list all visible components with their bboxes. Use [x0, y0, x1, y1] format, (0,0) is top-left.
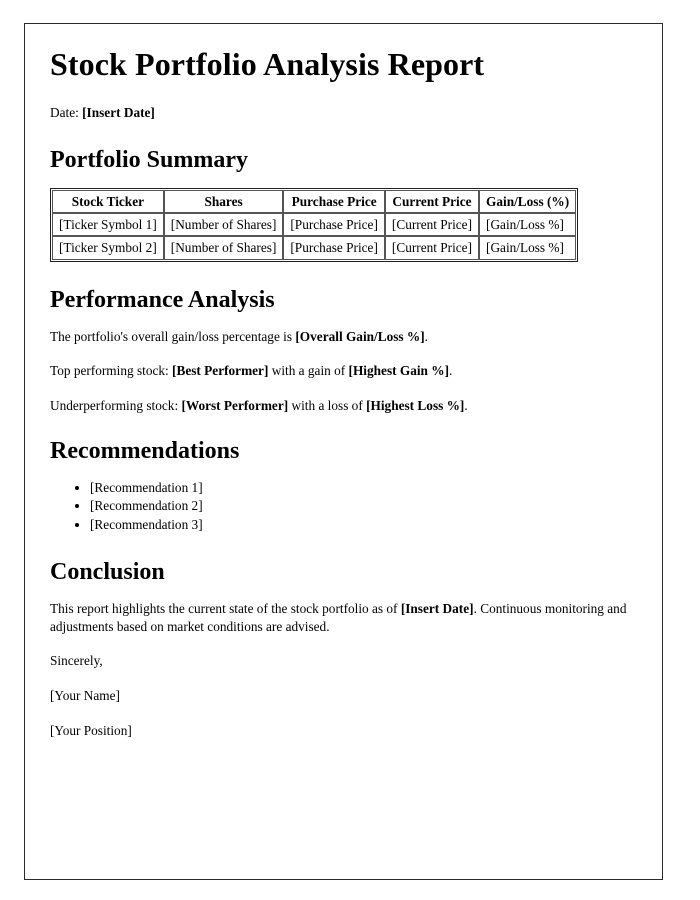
- top-gain-value: [Highest Gain %]: [348, 363, 449, 379]
- cell-stock-ticker: [Ticker Symbol 1]: [52, 213, 164, 237]
- overall-prefix: The portfolio's overall gain/loss percen…: [50, 328, 296, 344]
- column-header-shares: Shares: [163, 190, 284, 214]
- worst-performer-value: [Worst Performer]: [181, 398, 289, 414]
- overall-suffix: .: [424, 328, 428, 344]
- column-header-stock-ticker: Stock Ticker: [52, 190, 164, 214]
- performance-top-line: Top performing stock: [Best Performer] w…: [50, 362, 636, 380]
- table-header-row: Stock Ticker Shares Purchase Price Curre…: [52, 190, 577, 214]
- document-body: Stock Portfolio Analysis Report Date: [I…: [25, 24, 662, 739]
- cell-purchase-price: [Purchase Price]: [283, 213, 385, 237]
- under-prefix: Underperforming stock:: [50, 398, 182, 414]
- list-item: [Recommendation 1]: [90, 479, 636, 497]
- column-header-purchase-price: Purchase Price: [283, 190, 385, 214]
- section-heading-portfolio-summary: Portfolio Summary: [50, 147, 248, 174]
- conclusion-body: This report highlights the current state…: [50, 600, 636, 635]
- overall-value: [Overall Gain/Loss %]: [295, 328, 425, 344]
- cell-current-price: [Current Price]: [384, 236, 480, 260]
- conclusion-prefix: This report highlights the current state…: [50, 601, 401, 617]
- cell-current-price: [Current Price]: [384, 213, 480, 237]
- top-prefix: Top performing stock:: [50, 363, 173, 379]
- cell-gain-loss: [Gain/Loss %]: [479, 213, 577, 237]
- signature-name: [Your Name]: [50, 688, 120, 704]
- date-label: Date:: [50, 105, 79, 121]
- document-page-frame: Stock Portfolio Analysis Report Date: [I…: [24, 23, 663, 880]
- recommendations-list: [Recommendation 1] [Recommendation 2] [R…: [50, 479, 636, 534]
- cell-shares: [Number of Shares]: [163, 213, 284, 237]
- cell-gain-loss: [Gain/Loss %]: [479, 236, 577, 260]
- signature-position: [Your Position]: [50, 722, 132, 738]
- table-body: [Ticker Symbol 1] [Number of Shares] [Pu…: [52, 213, 577, 260]
- cell-purchase-price: [Purchase Price]: [283, 236, 385, 260]
- table-row: [Ticker Symbol 2] [Number of Shares] [Pu…: [52, 236, 577, 260]
- list-item: [Recommendation 3]: [90, 516, 636, 534]
- under-middle: with a loss of: [288, 398, 367, 414]
- top-suffix: .: [449, 363, 453, 379]
- signoff-line: Sincerely,: [50, 653, 103, 669]
- date-value: [Insert Date]: [82, 105, 155, 121]
- section-heading-conclusion: Conclusion: [50, 558, 165, 585]
- under-suffix: .: [464, 398, 468, 414]
- conclusion-date-value: [Insert Date]: [400, 601, 474, 617]
- table-row: [Ticker Symbol 1] [Number of Shares] [Pu…: [52, 213, 577, 237]
- cell-shares: [Number of Shares]: [163, 236, 284, 260]
- column-header-gain-loss: Gain/Loss (%): [479, 190, 577, 214]
- portfolio-summary-table: Stock Ticker Shares Purchase Price Curre…: [50, 188, 579, 262]
- section-heading-recommendations: Recommendations: [50, 437, 240, 464]
- document-date-line: Date: [Insert Date]: [50, 104, 636, 122]
- under-loss-value: [Highest Loss %]: [366, 398, 465, 414]
- column-header-current-price: Current Price: [384, 190, 480, 214]
- page-title: Stock Portfolio Analysis Report: [50, 46, 485, 82]
- performance-overall-line: The portfolio's overall gain/loss percen…: [50, 328, 636, 346]
- table-header: Stock Ticker Shares Purchase Price Curre…: [52, 190, 577, 214]
- list-item: [Recommendation 2]: [90, 497, 636, 515]
- cell-stock-ticker: [Ticker Symbol 2]: [52, 236, 164, 260]
- section-heading-performance-analysis: Performance Analysis: [50, 286, 275, 313]
- top-performer-value: [Best Performer]: [172, 363, 269, 379]
- top-middle: with a gain of: [268, 363, 349, 379]
- performance-under-line: Underperforming stock: [Worst Performer]…: [50, 397, 636, 415]
